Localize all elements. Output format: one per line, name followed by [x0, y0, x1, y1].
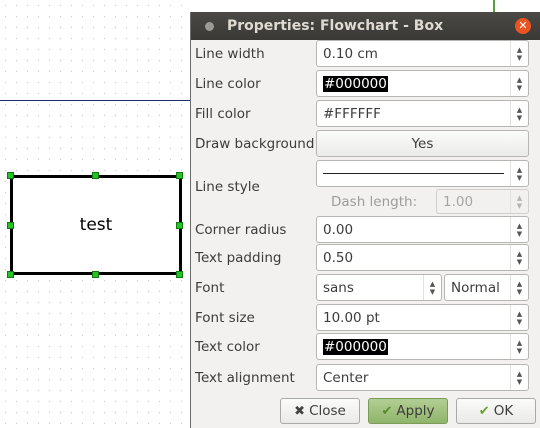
guide-line — [0, 100, 192, 101]
font-size-spinner[interactable]: ▲ ▼ — [510, 305, 528, 330]
flowchart-box[interactable]: test — [10, 175, 182, 275]
resize-handle-top[interactable] — [92, 172, 99, 179]
flowchart-box-text: test — [79, 215, 113, 235]
font-size-value: 10.00 pt — [323, 309, 380, 326]
corner-radius-value: 0.00 — [323, 221, 354, 238]
combo-arrows-icon[interactable]: ▲ ▼ — [510, 161, 528, 186]
font-weight-select[interactable]: Normal ▲ ▼ — [444, 274, 529, 301]
corner-radius-label: Corner radius — [195, 222, 287, 238]
properties-dialog: Properties: Flowchart - Box ✕ Line width… — [190, 12, 540, 428]
line-style-select[interactable]: ▲ ▼ — [316, 160, 529, 187]
resize-handle-top-right[interactable] — [176, 172, 183, 179]
combo-arrows-icon[interactable]: ▲ ▼ — [510, 71, 528, 96]
line-color-value: #000000 — [323, 75, 388, 92]
line-width-value: 0.10 cm — [323, 45, 378, 62]
draw-background-toggle[interactable]: Yes — [316, 130, 529, 157]
font-weight-value: Normal — [451, 279, 500, 296]
dash-length-spinner: ▲ ▼ — [510, 190, 528, 213]
resize-handle-bottom[interactable] — [92, 271, 99, 278]
draw-background-label: Draw background — [195, 136, 315, 152]
corner-radius-input[interactable]: 0.00 ▲ ▼ — [316, 216, 529, 243]
resize-handle-bottom-left[interactable] — [7, 271, 14, 278]
line-width-spinner[interactable]: ▲ ▼ — [510, 41, 528, 66]
resize-handle-top-left[interactable] — [7, 172, 14, 179]
text-padding-input[interactable]: 0.50 ▲ ▼ — [316, 244, 529, 271]
text-color-value: #000000 — [323, 338, 388, 355]
diagram-canvas[interactable]: test — [0, 0, 192, 428]
dialog-title: Properties: Flowchart - Box — [227, 18, 444, 34]
resize-handle-right[interactable] — [176, 222, 183, 229]
combo-arrows-icon[interactable]: ▲ ▼ — [510, 275, 528, 300]
apply-button-label: Apply — [396, 403, 435, 419]
combo-arrows-icon[interactable]: ▲ ▼ — [510, 101, 528, 126]
line-color-select[interactable]: #000000 ▲ ▼ — [316, 70, 529, 97]
spin-down-icon[interactable]: ▼ — [517, 54, 522, 62]
text-alignment-value: Center — [323, 369, 369, 386]
close-button[interactable]: ✖ Close — [280, 398, 360, 424]
window-close-icon[interactable]: ✕ — [515, 18, 531, 34]
fill-color-select[interactable]: #FFFFFF ▲ ▼ — [316, 100, 529, 127]
checkmark-icon: ✔ — [381, 403, 393, 419]
font-family-select[interactable]: sans ▲ ▼ — [316, 274, 442, 301]
text-color-label: Text color — [195, 339, 260, 355]
apply-button[interactable]: ✔ Apply — [368, 398, 448, 424]
font-family-value: sans — [323, 279, 354, 296]
ok-button-label: OK — [493, 403, 514, 419]
line-style-preview — [323, 173, 504, 174]
dash-length-value: 1.00 — [443, 193, 474, 210]
text-color-select[interactable]: #000000 ▲ ▼ — [316, 333, 529, 360]
line-style-label: Line style — [195, 179, 260, 195]
line-width-input[interactable]: 0.10 cm ▲ ▼ — [316, 40, 529, 67]
line-width-label: Line width — [195, 46, 265, 62]
font-label: Font — [195, 280, 225, 296]
combo-arrows-icon[interactable]: ▲ ▼ — [510, 334, 528, 359]
font-size-label: Font size — [195, 310, 255, 326]
text-alignment-label: Text alignment — [195, 370, 295, 386]
resize-handle-bottom-right[interactable] — [176, 271, 183, 278]
close-button-label: Close — [309, 403, 346, 419]
combo-arrows-icon[interactable]: ▲ ▼ — [510, 365, 528, 390]
window-menu-icon[interactable] — [205, 21, 214, 31]
x-icon: ✖ — [294, 403, 306, 419]
ok-button[interactable]: ✔ OK — [456, 398, 536, 424]
font-size-input[interactable]: 10.00 pt ▲ ▼ — [316, 304, 529, 331]
resize-handle-left[interactable] — [7, 222, 14, 229]
dash-length-label: Dash length: — [331, 194, 418, 210]
dash-length-input: 1.00 ▲ ▼ — [436, 189, 529, 214]
text-padding-label: Text padding — [195, 250, 282, 266]
text-padding-spinner[interactable]: ▲ ▼ — [510, 245, 528, 270]
combo-arrows-icon[interactable]: ▲ ▼ — [423, 275, 441, 300]
fill-color-value: #FFFFFF — [323, 105, 381, 122]
canvas-edge-line — [493, 0, 495, 12]
fill-color-label: Fill color — [195, 106, 251, 122]
dialog-titlebar[interactable]: Properties: Flowchart - Box ✕ — [191, 12, 540, 40]
line-color-label: Line color — [195, 76, 261, 92]
corner-radius-spinner[interactable]: ▲ ▼ — [510, 217, 528, 242]
checkmark-icon: ✔ — [478, 403, 490, 419]
spin-up-icon[interactable]: ▲ — [517, 46, 522, 54]
text-padding-value: 0.50 — [323, 249, 354, 266]
text-alignment-select[interactable]: Center ▲ ▼ — [316, 364, 529, 391]
